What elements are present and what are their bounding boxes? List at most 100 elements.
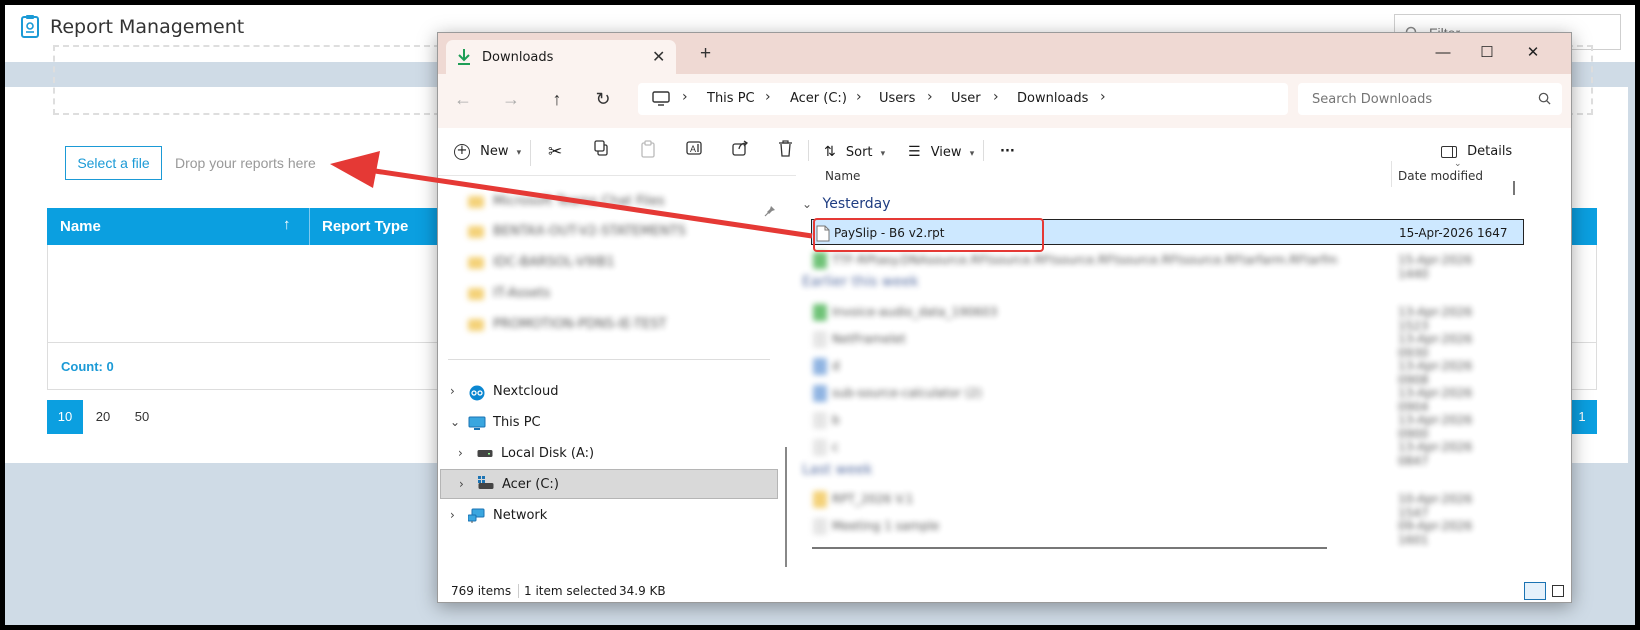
close-tab-icon[interactable]: ✕	[652, 47, 665, 67]
column-header-name[interactable]: Name	[825, 169, 860, 183]
file-row[interactable]: c 13-Apr-2026 0847	[796, 434, 1506, 468]
document-file-icon	[813, 358, 827, 375]
file-row[interactable]: b 13-Apr-2026 0900	[796, 407, 1506, 441]
copy-icon[interactable]	[593, 140, 609, 164]
refresh-button[interactable]: ↻	[590, 89, 616, 115]
new-button[interactable]: + New ▾	[454, 140, 521, 164]
details-pane-icon	[1441, 145, 1457, 158]
page-size-20[interactable]: 20	[85, 400, 121, 434]
pinned-folder-label: BENTAX-OUT-V2-STATEMENTS	[493, 224, 686, 239]
breadcrumb-user[interactable]: User	[951, 91, 981, 106]
file-name: sub-source-calculator (2)	[832, 386, 982, 400]
file-row[interactable]: Invoice-audio_data_190603 13-Apr-2026 152…	[796, 299, 1506, 333]
file-name: RPT_2026 V.1	[832, 492, 914, 506]
toolbar-divider	[530, 140, 531, 166]
pinned-folder[interactable]: BENTAX-OUT-V2-STATEMENTS	[438, 217, 787, 247]
page-size-50[interactable]: 50	[124, 400, 160, 434]
breadcrumb-acer-c[interactable]: Acer (C:)	[790, 91, 847, 106]
nav-item-acer-c[interactable]: › Acer (C:)	[440, 469, 778, 499]
close-window-button[interactable]: ✕	[1510, 39, 1556, 67]
folder-icon	[468, 288, 484, 300]
folder-icon	[468, 257, 484, 269]
nav-item-network[interactable]: › Network	[438, 501, 787, 531]
report-clipboard-icon	[21, 15, 39, 38]
file-name: Invoice-audio_data_190603	[832, 305, 998, 319]
expand-chevron-icon[interactable]: ›	[450, 508, 455, 522]
group-header-earlier-this-week[interactable]: Earlier this week	[802, 274, 919, 290]
file-row[interactable]: Meeting 1 sample 09-Apr-2026 1601	[796, 513, 1506, 547]
forward-button[interactable]: →	[498, 89, 524, 115]
collapse-chevron-icon[interactable]: ⌄	[450, 415, 460, 429]
cut-icon[interactable]: ✂	[548, 140, 562, 164]
maximize-button[interactable]: ☐	[1464, 39, 1510, 67]
rename-icon[interactable]: A	[686, 140, 704, 164]
file-icon	[813, 518, 827, 535]
address-bar[interactable]: › This PC › Acer (C:) › Users › User › D…	[638, 83, 1288, 115]
breadcrumb-users[interactable]: Users	[879, 91, 915, 106]
status-divider	[518, 584, 519, 598]
nav-item-nextcloud[interactable]: › Nextcloud	[438, 377, 787, 407]
nav-scrollbar[interactable]	[785, 447, 787, 567]
item-count: 769 items	[451, 584, 512, 598]
navigation-pane: Microsoft Teams Chat Files BENTAX-OUT-V2…	[438, 177, 787, 577]
chevron-down-icon: ▾	[969, 149, 975, 159]
folder-icon	[813, 491, 827, 508]
pinned-folder[interactable]: IT-Assets	[438, 279, 787, 309]
nav-item-this-pc[interactable]: ⌄ This PC	[438, 408, 787, 438]
breadcrumb-chevron-icon[interactable]: ›	[927, 89, 933, 105]
nav-item-local-disk-a[interactable]: › Local Disk (A:)	[438, 439, 787, 469]
status-bar: 769 items 1 item selected 34.9 KB	[438, 577, 1571, 602]
back-button[interactable]: ←	[450, 89, 476, 115]
tab-downloads[interactable]: Downloads ✕	[446, 40, 676, 74]
delete-icon[interactable]	[778, 140, 793, 164]
breadcrumb-downloads[interactable]: Downloads	[1017, 91, 1088, 106]
tab-title: Downloads	[482, 50, 554, 65]
file-list-scrollbar[interactable]	[1513, 181, 1515, 195]
nextcloud-icon	[469, 385, 485, 401]
share-icon[interactable]	[732, 140, 749, 164]
expand-chevron-icon[interactable]: ›	[458, 446, 463, 460]
highlight-box	[813, 218, 1044, 252]
file-row[interactable]: sub-source-calculator (2) 13-Apr-2026 090…	[796, 380, 1506, 414]
search-downloads-field[interactable]	[1298, 83, 1562, 115]
column-header-report-type[interactable]: Report Type	[322, 218, 408, 235]
paste-icon[interactable]	[640, 140, 656, 164]
sort-label: Sort	[845, 145, 873, 160]
folder-icon	[468, 319, 484, 331]
file-name: b	[832, 413, 840, 427]
expand-chevron-icon[interactable]: ›	[450, 384, 455, 398]
column-header-name[interactable]: Name	[60, 218, 101, 235]
horizontal-scrollbar[interactable]	[812, 547, 1327, 549]
collapse-chevron-icon: ⌄	[802, 197, 813, 211]
file-row[interactable]: RPT_2026 V.1 10-Apr-2026 1547	[796, 486, 1506, 520]
up-button[interactable]: ↑	[544, 89, 570, 115]
column-header-date-modified[interactable]: Date modified	[1398, 169, 1483, 183]
pinned-folder[interactable]: PROMOTION-PDNS-IE-TEST	[438, 310, 787, 340]
breadcrumb-chevron-icon[interactable]: ›	[1100, 89, 1106, 105]
new-tab-button[interactable]: +	[700, 43, 711, 65]
minimize-button[interactable]: —	[1420, 39, 1466, 67]
breadcrumb-this-pc[interactable]: This PC	[707, 91, 755, 106]
file-name: TTF-RPtasy.DNAsource.RFtsource.RFtsource…	[832, 253, 1338, 267]
expand-chevron-icon[interactable]: ›	[459, 477, 464, 491]
details-view-icon[interactable]	[1524, 582, 1546, 600]
tiles-view-icon[interactable]	[1552, 585, 1564, 597]
page-size-10[interactable]: 10	[47, 400, 83, 434]
file-date: 09-Apr-2026 1601	[1398, 519, 1473, 547]
pinned-folder[interactable]: IDC-BARSOL-V9IB1	[438, 248, 787, 278]
search-input[interactable]	[1312, 90, 1532, 108]
breadcrumb-chevron-icon[interactable]: ›	[856, 89, 862, 105]
group-header-yesterday[interactable]: ⌄ Yesterday	[802, 196, 890, 212]
sort-ascending-icon[interactable]: ↑	[283, 216, 291, 233]
pinned-folder-label: IT-Assets	[493, 286, 551, 301]
breadcrumb-chevron-icon[interactable]: ›	[765, 89, 771, 105]
file-row[interactable]: d 13-Apr-2026 0908	[796, 353, 1506, 387]
file-row[interactable]: NetFramelet 13-Apr-2026 0930	[796, 326, 1506, 360]
breadcrumb-chevron-icon[interactable]: ›	[682, 89, 688, 105]
nav-item-label: Nextcloud	[493, 384, 559, 399]
nav-item-label: Network	[493, 508, 548, 523]
select-file-button[interactable]: Select a file	[65, 146, 162, 180]
pinned-folder[interactable]: Microsoft Teams Chat Files	[438, 187, 787, 217]
breadcrumb-chevron-icon[interactable]: ›	[993, 89, 999, 105]
group-header-last-week[interactable]: Last week	[802, 462, 872, 478]
